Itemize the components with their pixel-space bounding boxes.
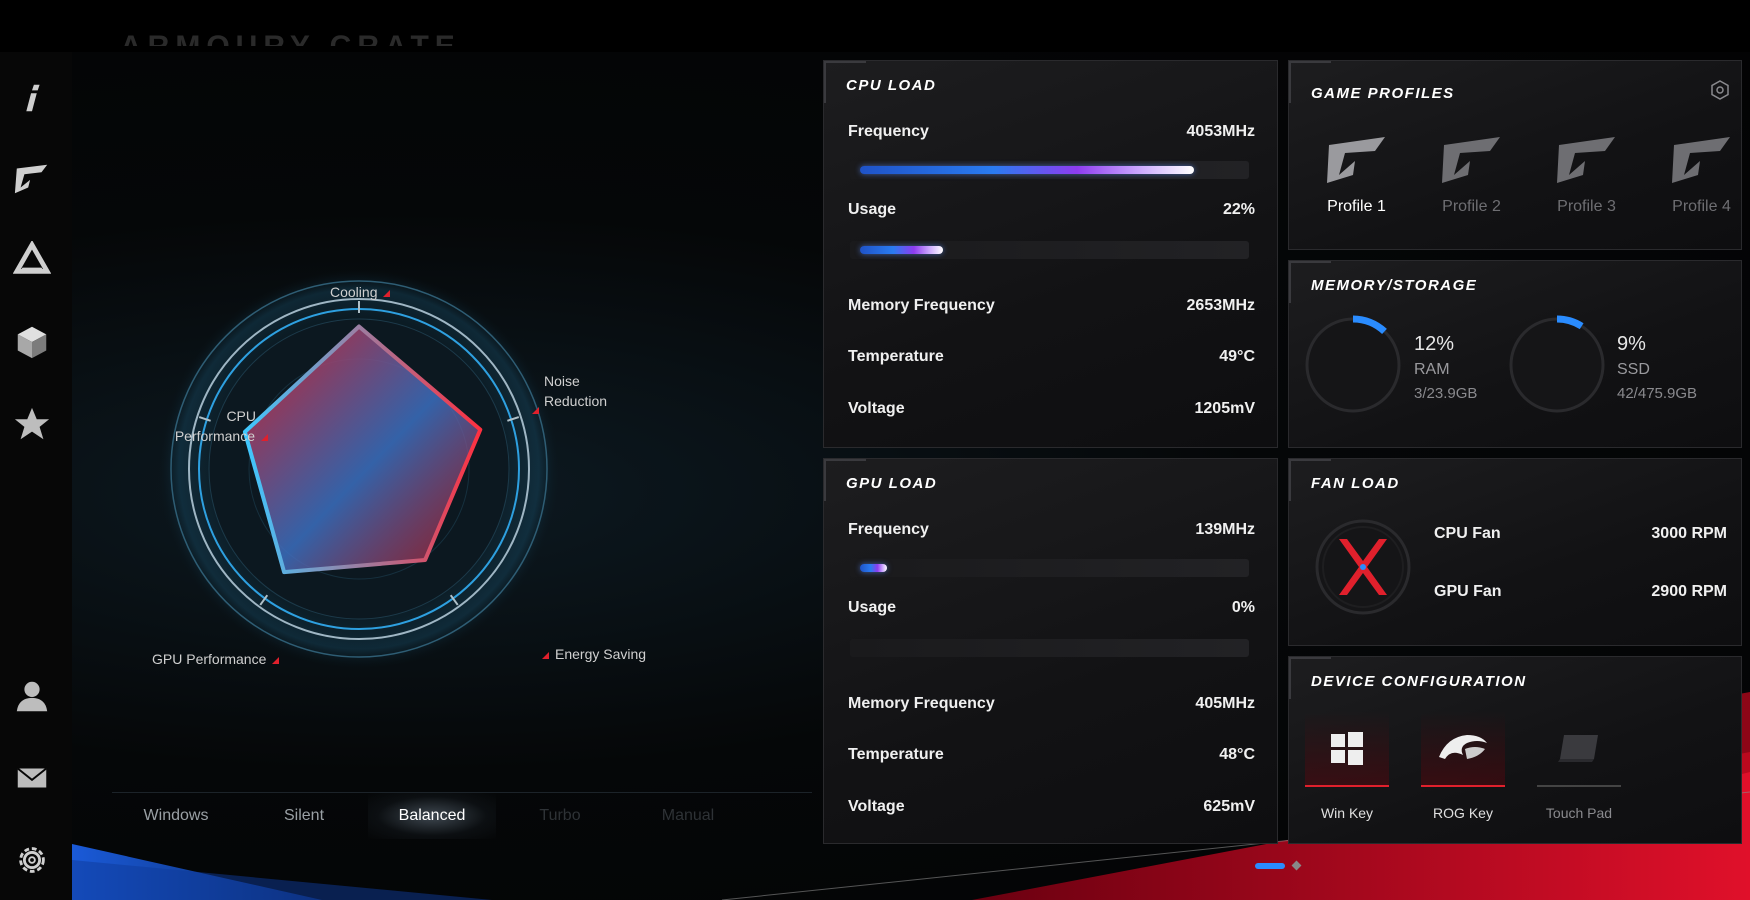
game-profiles-card: GAME PROFILES Profile 1 Profile 2 Profil… [1288,60,1742,250]
sidebar [0,52,72,900]
radar-label-gpu: GPU Performance [152,649,280,669]
app-title-ghost: ARMOURY CRATE [120,18,480,46]
profile-4[interactable]: Profile 4 [1644,131,1750,216]
mode-selector: Windows Silent Balanced Turbo Manual [112,792,812,839]
cpu-temperature-row: Temperature 49°C [848,348,1255,365]
page-dot[interactable] [1291,860,1302,871]
rog-key-toggle[interactable]: ROG Key [1421,711,1505,821]
cpu-usage-row: Usage 22% [848,201,1255,218]
ssd-gauge [1509,315,1605,413]
cpu-load-card: CPU LOAD Frequency 4053MHz Usage 22% Memor… [823,60,1278,448]
card-title: DEVICE CONFIGURATION [1311,673,1527,690]
ram-gauge [1305,315,1401,413]
ssd-percent: 9% [1617,333,1646,355]
profile-icon [1556,137,1615,183]
win-key-toggle[interactable]: Win Key [1305,711,1389,821]
profile-2[interactable]: Profile 2 [1414,131,1529,216]
memory-storage-card: MEMORY/STORAGE 12% RAM 3/23.9GB 9% SSD 4… [1288,260,1742,448]
gpu-usage-row: Usage 0% [848,599,1255,616]
user-icon[interactable] [10,674,54,718]
settings-hex-icon[interactable] [1709,79,1731,101]
cpu-voltage-row: Voltage 1205mV [848,400,1255,417]
ram-percent: 12% [1414,333,1455,355]
cube-icon[interactable] [10,320,54,364]
card-title: GAME PROFILES [1311,85,1455,102]
radar-label-noise: Noise Reduction [532,373,607,419]
profile-1[interactable]: Profile 1 [1299,131,1414,216]
title-bar: ARMOURY CRATE [0,0,1750,52]
ssd-detail: 42/475.9GB [1617,385,1698,402]
gpu-memfreq-row: Memory Frequency 405MHz [848,695,1255,712]
card-title: FAN LOAD [1311,475,1400,492]
gpu-frequency-fill [860,564,887,572]
performance-radar: Cooling Noise Reduction Energy Saving GPU… [72,52,832,900]
radar-label-cooling: Cooling [330,282,391,302]
gpu-voltage-row: Voltage 625mV [848,798,1255,815]
gpu-fan-row: GPU Fan 2900 RPM [1434,583,1727,600]
profile-list: Profile 1 Profile 2 Profile 3 Profile 4 [1299,131,1750,216]
mode-silent[interactable]: Silent [240,793,368,839]
cpu-frequency-fill [860,166,1194,174]
profile-3[interactable]: Profile 3 [1529,131,1644,216]
card-title: GPU LOAD [846,475,938,492]
gpu-load-card: GPU LOAD Frequency 139MHz Usage 0% Memory … [823,458,1278,844]
cpu-usage-fill [860,246,944,254]
ssd-label: SSD [1617,361,1650,378]
game-visual-icon[interactable] [10,156,54,200]
gpu-frequency-row: Frequency 139MHz [848,521,1255,538]
profile-icon [1671,137,1730,183]
device-configuration-card: DEVICE CONFIGURATION Win Key ROG Key Tou… [1288,656,1742,844]
cpu-frequency-row: Frequency 4053MHz [848,123,1255,140]
page-dot-active[interactable] [1255,862,1285,869]
card-title: CPU LOAD [846,77,937,94]
gpu-frequency-bar [850,559,1249,577]
page-indicator [1255,860,1302,871]
windows-icon [1331,732,1363,765]
touchpad-icon [1558,735,1598,762]
fan-load-card: FAN LOAD CPU Fan 3000 RPM GPU Fan 2900 RPM [1288,458,1742,646]
card-title: MEMORY/STORAGE [1311,277,1478,294]
fan-icon [1315,519,1411,615]
mail-icon[interactable] [10,756,54,800]
gpu-usage-bar [850,639,1249,657]
ram-label: RAM [1414,361,1450,378]
touch-pad-toggle[interactable]: Touch Pad [1537,711,1621,821]
gear-icon[interactable] [10,838,54,882]
aura-icon[interactable] [10,238,54,282]
cpu-fan-row: CPU Fan 3000 RPM [1434,525,1727,542]
ram-detail: 3/23.9GB [1414,385,1478,402]
cpu-memfreq-row: Memory Frequency 2653MHz [848,297,1255,314]
cpu-usage-bar [850,241,1249,259]
info-icon[interactable] [10,76,54,120]
radar-label-cpu: CPU Performance [112,406,268,446]
gpu-temperature-row: Temperature 48°C [848,746,1255,763]
rog-icon [1439,735,1487,759]
star-icon[interactable] [10,402,54,446]
mode-turbo[interactable]: Turbo [496,793,624,839]
profile-icon [1326,137,1385,183]
cpu-frequency-bar [850,161,1249,179]
profile-icon [1441,137,1500,183]
radar-label-energy: Energy Saving [542,644,646,664]
mode-manual[interactable]: Manual [624,793,752,839]
mode-windows[interactable]: Windows [112,793,240,839]
mode-balanced[interactable]: Balanced [368,792,496,839]
